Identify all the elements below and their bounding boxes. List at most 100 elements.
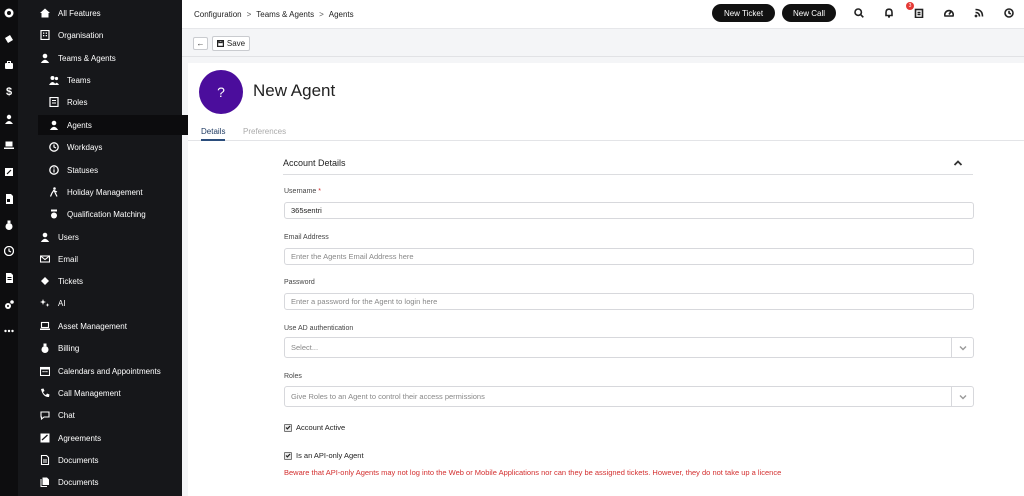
dashboard-gauge-icon[interactable] <box>944 8 954 18</box>
api-only-checkbox[interactable] <box>284 451 292 460</box>
sidebar-item-billing[interactable]: Billing <box>40 338 79 358</box>
account-active-checkbox[interactable] <box>284 423 292 432</box>
sidebar-item-documents-2[interactable]: Documents <box>40 472 98 492</box>
building-icon <box>40 30 50 40</box>
sidebar: All Features Organisation Teams & Agents… <box>18 0 196 496</box>
sidebar-item-label: Agents <box>67 120 92 130</box>
sidebar-item-label: Call Management <box>58 388 121 398</box>
sidebar-item-label: Billing <box>58 343 80 353</box>
search-icon[interactable] <box>854 8 864 18</box>
api-only-label: Is an API-only Agent <box>296 451 364 460</box>
laptop-icon[interactable] <box>0 137 18 153</box>
breadcrumb-item-configuration[interactable]: Configuration <box>194 10 242 19</box>
breadcrumb: Configuration > Teams & Agents > Agents <box>194 10 354 19</box>
sidebar-item-label: Documents <box>58 455 99 465</box>
sidebar-item-teams[interactable]: Teams <box>49 70 91 90</box>
sidebar-item-holiday-management[interactable]: Holiday Management <box>49 182 143 202</box>
sidebar-item-ai[interactable]: AI <box>40 293 66 313</box>
new-call-button[interactable]: New Call <box>782 4 836 22</box>
breadcrumb-item-teams-agents[interactable]: Teams & Agents <box>256 10 314 19</box>
sidebar-item-label: Teams & Agents <box>58 53 116 63</box>
sidebar-item-qualification-matching[interactable]: Qualification Matching <box>49 204 146 224</box>
rss-feed-icon[interactable] <box>974 8 984 18</box>
person-icon[interactable] <box>0 111 18 127</box>
settings-gear-icon[interactable] <box>0 297 18 313</box>
chat-icon <box>40 410 50 420</box>
tab-bar: Details Preferences <box>188 127 1024 141</box>
agent-avatar[interactable]: ? <box>199 70 243 114</box>
chevron-down-icon[interactable] <box>951 338 973 357</box>
clipboard-icon[interactable] <box>914 8 924 18</box>
password-input[interactable]: Enter a password for the Agent to login … <box>284 293 974 310</box>
bell-icon[interactable] <box>884 8 894 18</box>
sidebar-item-label: Calendars and Appointments <box>58 366 161 376</box>
file-icon[interactable] <box>0 270 18 286</box>
sidebar-item-label: Qualification Matching <box>67 209 146 219</box>
email-label: Email Address <box>284 234 329 241</box>
phone-icon <box>40 388 50 398</box>
sidebar-item-label: Statuses <box>67 165 99 175</box>
sidebar-item-label: All Features <box>58 8 101 18</box>
clock-icon[interactable] <box>0 243 18 259</box>
sidebar-item-label: Roles <box>67 97 88 107</box>
sidebar-item-workdays[interactable]: Workdays <box>49 137 102 157</box>
sidebar-item-chat[interactable]: Chat <box>40 405 75 425</box>
documents-icon <box>40 477 50 487</box>
username-label: Username * <box>284 188 321 195</box>
ad-authentication-select[interactable]: Select... <box>284 337 974 358</box>
sidebar-item-label: Organisation <box>58 30 104 40</box>
more-dots-icon[interactable] <box>0 323 18 339</box>
roles-select[interactable]: Give Roles to an Agent to control their … <box>284 386 974 407</box>
ticket-icon <box>40 276 50 286</box>
chevron-down-icon[interactable] <box>951 387 973 406</box>
sidebar-item-documents[interactable]: Documents <box>40 450 98 470</box>
breadcrumb-item-agents: Agents <box>328 10 354 19</box>
chevron-up-icon[interactable] <box>953 158 963 168</box>
account-active-label: Account Active <box>296 423 346 432</box>
account-details-section-header[interactable]: Account Details <box>283 157 973 175</box>
sidebar-item-tickets[interactable]: Tickets <box>40 271 83 291</box>
home-icon <box>40 8 50 18</box>
save-button[interactable]: Save <box>212 36 250 51</box>
tab-details[interactable]: Details <box>201 127 226 141</box>
history-clock-icon[interactable] <box>1004 8 1014 18</box>
checkmark-icon <box>285 425 291 430</box>
new-ticket-button[interactable]: New Ticket <box>712 4 775 22</box>
walking-icon <box>49 187 59 197</box>
sidebar-item-organisation[interactable]: Organisation <box>40 25 103 45</box>
money-bag-icon[interactable] <box>0 217 18 233</box>
email-input[interactable]: Enter the Agents Email Address here <box>284 248 974 265</box>
sidebar-item-agreements[interactable]: Agreements <box>40 428 101 448</box>
dollar-icon[interactable]: $ <box>0 84 18 100</box>
sidebar-item-label: Workdays <box>67 142 103 152</box>
sidebar-item-teams-agents[interactable]: Teams & Agents <box>40 48 116 68</box>
briefcase-icon[interactable] <box>0 57 18 73</box>
edit-icon[interactable] <box>0 164 18 180</box>
floppy-disk-icon <box>216 40 224 47</box>
tab-preferences[interactable]: Preferences <box>243 127 286 141</box>
app-logo-icon[interactable] <box>0 5 18 21</box>
sidebar-item-agents[interactable]: Agents <box>38 115 196 135</box>
money-bag-icon <box>40 343 50 353</box>
sidebar-item-calendars-appointments[interactable]: Calendars and Appointments <box>40 361 161 381</box>
sidebar-item-label: Asset Management <box>58 321 127 331</box>
sidebar-item-all-features[interactable]: All Features <box>40 3 101 23</box>
sidebar-item-asset-management[interactable]: Asset Management <box>40 316 127 336</box>
sidebar-item-label: Teams <box>67 75 91 85</box>
sidebar-item-statuses[interactable]: Statuses <box>49 160 98 180</box>
api-only-checkbox-row[interactable]: Is an API-only Agent <box>284 451 364 460</box>
username-input[interactable]: 365sentri <box>284 202 974 219</box>
document-icon[interactable] <box>0 191 18 207</box>
sidebar-item-roles[interactable]: Roles <box>49 92 87 112</box>
page-title: New Agent <box>253 81 336 100</box>
back-button[interactable]: ← <box>193 37 208 50</box>
sidebar-item-label: Holiday Management <box>67 187 143 197</box>
ticket-icon[interactable] <box>0 31 18 47</box>
sidebar-item-email[interactable]: Email <box>40 249 78 269</box>
sidebar-item-users[interactable]: Users <box>40 227 79 247</box>
clock-icon <box>49 142 59 152</box>
account-active-checkbox-row[interactable]: Account Active <box>284 423 345 432</box>
agreement-icon <box>40 433 50 443</box>
sidebar-item-call-management[interactable]: Call Management <box>40 383 121 403</box>
calendar-icon <box>40 366 50 376</box>
